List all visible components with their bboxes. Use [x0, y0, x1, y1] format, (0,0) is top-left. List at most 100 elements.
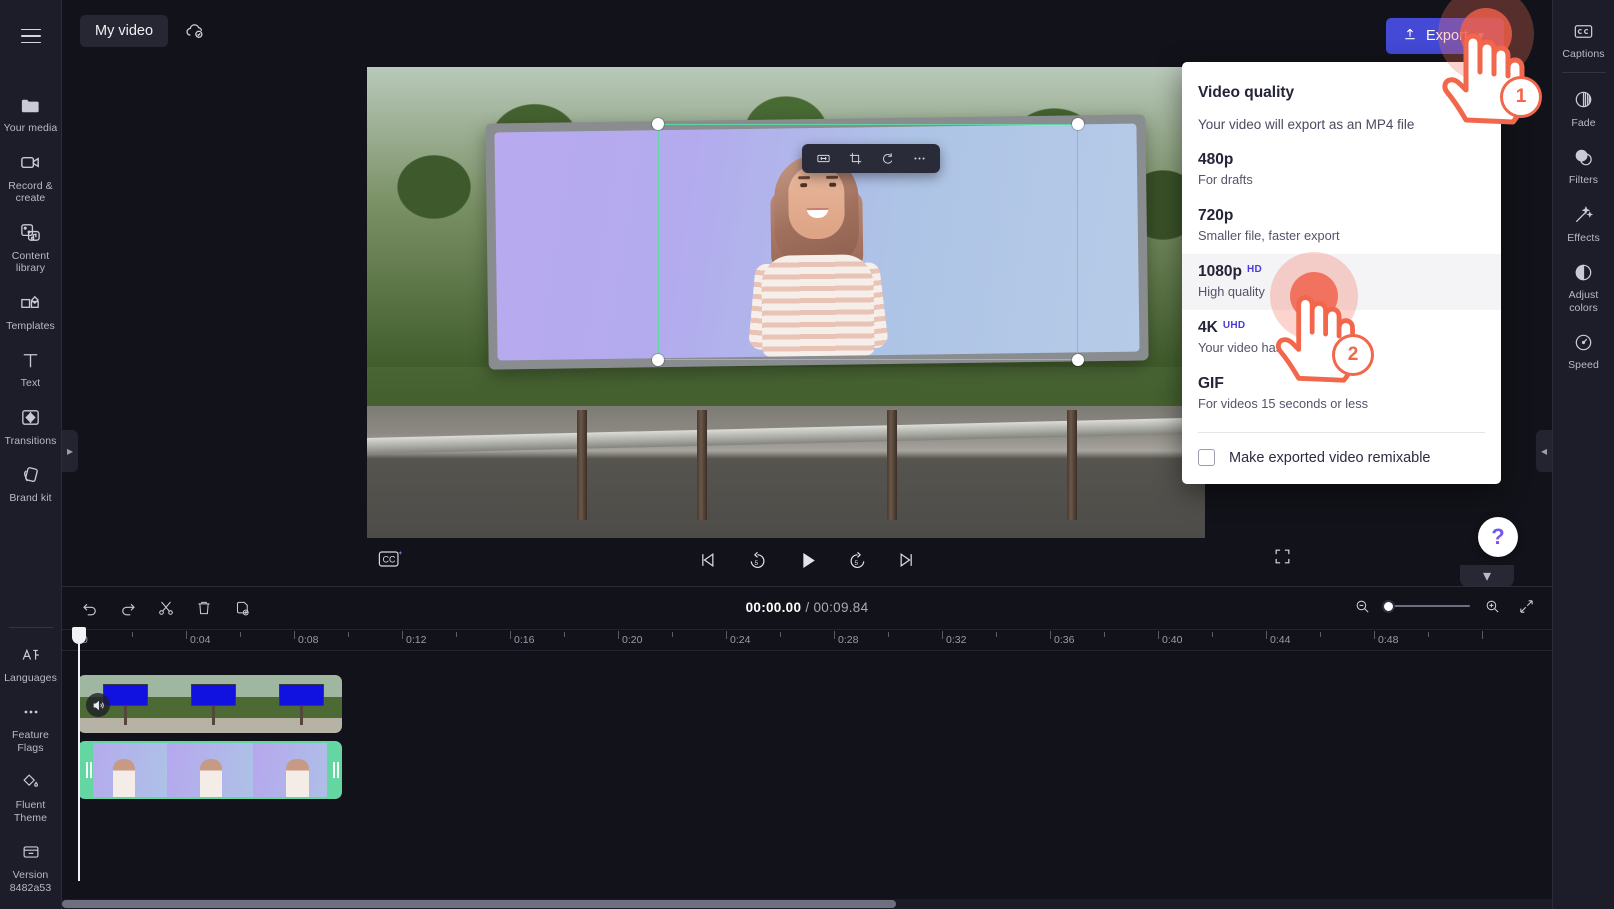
sidebar-item-record-create[interactable]: Record & create [0, 142, 62, 212]
sidebar-item-templates[interactable]: Templates [0, 282, 62, 340]
option-label: 4K [1198, 319, 1218, 336]
sidebar-item-your-media[interactable]: Your media [0, 84, 62, 142]
chevron-down-icon: ▾ [1482, 568, 1492, 585]
fit-width-icon[interactable] [810, 147, 836, 171]
option-badge: UHD [1222, 320, 1246, 331]
fullscreen-icon[interactable] [1273, 547, 1292, 569]
collapse-panel-tab[interactable]: ▾ [1460, 565, 1514, 587]
sidebar-label: Filters [1568, 174, 1599, 186]
selection-handle-top-left[interactable] [652, 118, 664, 130]
option-description: For videos 15 seconds or less [1198, 396, 1368, 411]
sidebar-label: Fluent Theme [13, 799, 48, 824]
zoom-slider-knob[interactable] [1382, 599, 1395, 613]
ruler-label: 0:40 [1162, 634, 1183, 646]
collapse-right-panel-chevron-icon[interactable]: ◂ [1536, 430, 1552, 472]
ruler-label: 0:44 [1270, 634, 1291, 646]
scrollbar-thumb[interactable] [62, 900, 897, 908]
timeline-zoom-controls [1350, 594, 1538, 618]
rotate-icon[interactable] [874, 147, 900, 171]
zoom-slider-track [1384, 605, 1470, 607]
canvas-float-toolbar [802, 144, 940, 173]
crop-icon[interactable] [842, 147, 868, 171]
ruler-label: 0:08 [298, 634, 319, 646]
sidebar-label: Effects [1567, 231, 1600, 244]
timeline-horizontal-scrollbar[interactable] [62, 899, 1552, 909]
sidebar-item-content-library[interactable]: Content library [0, 212, 62, 282]
option-description: Your video has no 4K media [1198, 340, 1358, 355]
sidebar-label: Fade [1571, 116, 1596, 129]
sidebar-label: Brand kit [9, 492, 52, 504]
sidebar-item-filters[interactable]: Filters [1553, 136, 1614, 194]
ellipsis-icon[interactable] [906, 147, 932, 171]
playhead-grip[interactable] [72, 627, 86, 644]
brand-kit-icon [19, 463, 43, 487]
upload-arrow-icon [1402, 26, 1418, 46]
help-question-mark-icon: ? [1491, 524, 1505, 549]
ruler-label: 0:48 [1378, 634, 1399, 646]
option-label: GIF [1198, 375, 1224, 392]
transitions-icon [19, 406, 43, 430]
dropdown-title: Video quality [1198, 84, 1295, 101]
export-button-label: Export [1426, 28, 1468, 44]
speaker-icon[interactable] [86, 693, 110, 717]
table-row[interactable] [78, 675, 342, 733]
skip-to-end-icon[interactable] [893, 546, 921, 574]
export-button[interactable]: Export ▼ [1386, 18, 1504, 54]
sidebar-item-adjust-colors[interactable]: Adjust colors [1553, 251, 1614, 321]
right-sidebar: Captions Fade Filters Effects Adjust col… [1552, 0, 1614, 909]
sidebar-label: Content library [11, 249, 50, 275]
timeline: 00:00.00 / 00:09.84 0:04 0:08 0:12 0:16 … [62, 586, 1552, 909]
fit-timeline-icon[interactable] [1514, 594, 1538, 618]
skip-to-start-icon[interactable] [693, 546, 721, 574]
sidebar-item-version[interactable]: Version 8482a53 [0, 831, 62, 901]
remixable-row[interactable]: Make exported video remixable [1182, 433, 1501, 484]
clip-trim-handle-right[interactable] [327, 743, 340, 797]
sidebar-label: Adjust colors [1568, 289, 1599, 314]
option-badge: HD [1246, 264, 1262, 275]
zoom-out-icon[interactable] [1350, 594, 1374, 618]
table-row[interactable] [78, 741, 342, 799]
svg-text:5: 5 [854, 560, 858, 567]
clip-trim-handle-left[interactable] [80, 743, 93, 797]
remixable-checkbox[interactable] [1198, 449, 1215, 466]
zoom-slider[interactable] [1382, 598, 1470, 614]
quality-option-720p[interactable]: 720p Smaller file, faster export [1182, 198, 1501, 254]
timeline-toolbar: 00:00.00 / 00:09.84 [62, 587, 1552, 629]
text-icon [19, 348, 43, 372]
rewind-5-icon[interactable]: 5 [743, 546, 771, 574]
sidebar-item-transitions[interactable]: Transitions [0, 397, 62, 455]
collapse-left-panel-chevron-icon[interactable]: ▸ [62, 430, 78, 472]
sidebar-item-languages[interactable]: Languages [0, 634, 62, 692]
sidebar-item-fade[interactable]: Fade [1553, 79, 1614, 137]
sidebar-item-effects[interactable]: Effects [1553, 194, 1614, 252]
help-button[interactable]: ? [1478, 517, 1518, 557]
ruler-label: 0:12 [406, 634, 427, 646]
quality-option-1080p[interactable]: 1080p HD High quality [1182, 254, 1501, 310]
quality-option-gif[interactable]: GIF For videos 15 seconds or less [1182, 366, 1501, 422]
ruler-label: 0:20 [622, 634, 643, 646]
selection-handle-bottom-right[interactable] [1072, 354, 1084, 366]
sidebar-item-text[interactable]: Text [0, 339, 62, 397]
option-description: Smaller file, faster export [1198, 228, 1340, 243]
sidebar-item-speed[interactable]: Speed [1553, 321, 1614, 379]
time-separator: / [805, 600, 810, 615]
timeline-ruler[interactable]: 0 0:04 0:08 0:12 0:16 0:20 0:24 0:28 0:3… [62, 629, 1552, 651]
cloud-saved-icon[interactable] [182, 18, 208, 44]
selection-handle-top-right[interactable] [1072, 118, 1084, 130]
sidebar-item-feature-flags[interactable]: Feature Flags [0, 691, 62, 761]
sidebar-item-captions[interactable]: Captions [1553, 10, 1614, 68]
play-icon[interactable] [793, 546, 821, 574]
hamburger-menu-icon[interactable] [11, 16, 51, 56]
zoom-in-icon[interactable] [1480, 594, 1504, 618]
quality-option-480p[interactable]: 480p For drafts [1182, 142, 1501, 198]
sidebar-item-fluent-theme[interactable]: Fluent Theme [0, 761, 62, 831]
fade-icon [1572, 88, 1596, 112]
content-library-icon [19, 221, 43, 245]
quality-option-4k[interactable]: 4K UHD Your video has no 4K media [1182, 310, 1501, 366]
forward-5-icon[interactable]: 5 [843, 546, 871, 574]
theme-droplet-icon [19, 770, 43, 794]
selection-handle-bottom-left[interactable] [652, 354, 664, 366]
project-title-input[interactable]: My video [80, 15, 169, 47]
playhead[interactable] [72, 627, 86, 881]
sidebar-item-brand-kit[interactable]: Brand kit [0, 454, 62, 512]
